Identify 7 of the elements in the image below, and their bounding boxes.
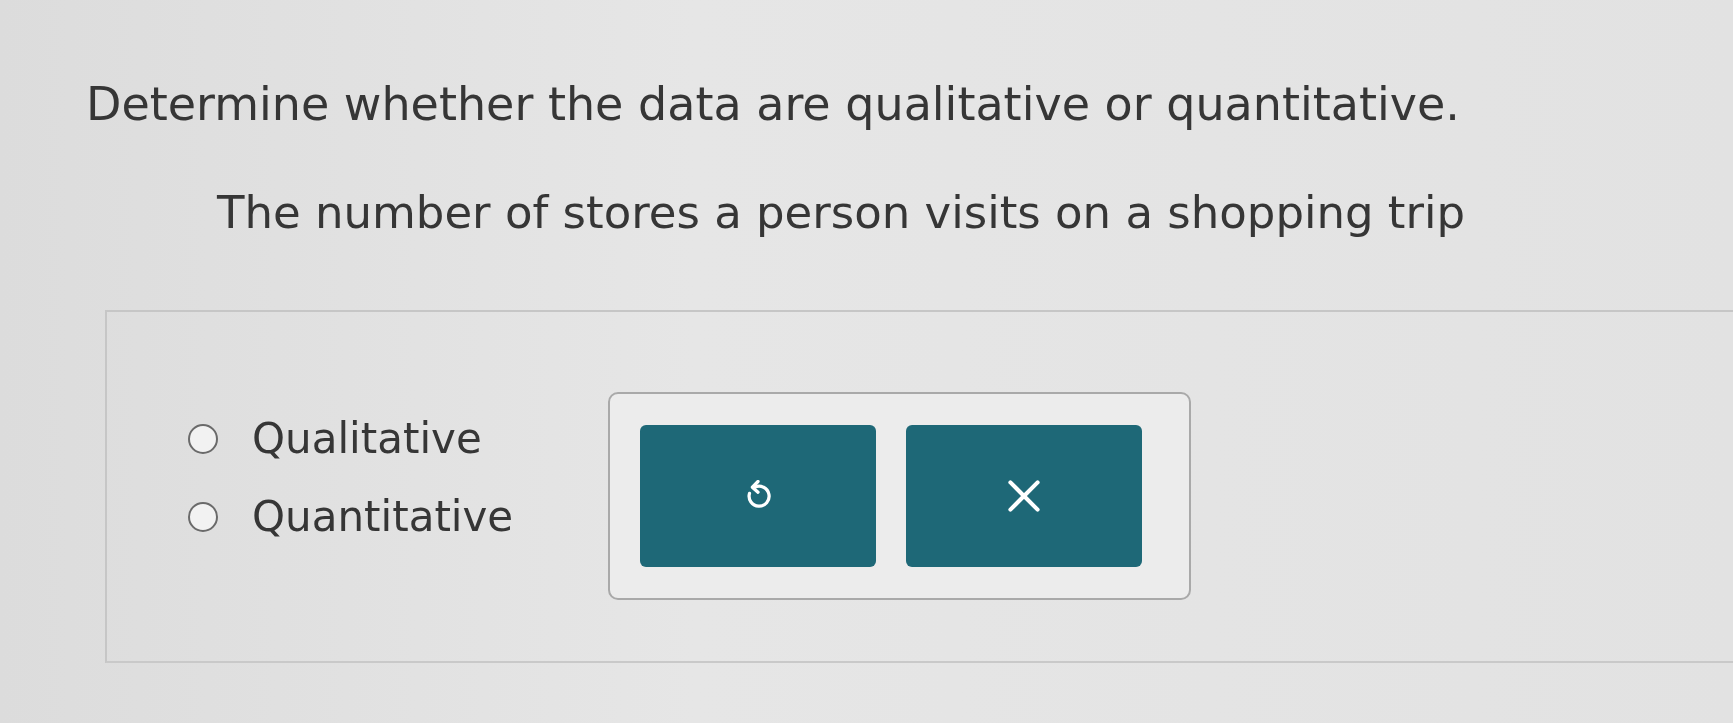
question-instruction: Determine whether the data are qualitative or quantitative.	[86, 76, 1461, 132]
question-prompt: The number of stores a person visits on a shopping trip	[217, 185, 1467, 241]
radio-option[interactable]: Qualitative	[188, 411, 482, 467]
radio-option[interactable]: Quantitative	[188, 489, 514, 545]
close-icon	[1007, 479, 1041, 513]
radio-icon[interactable]	[188, 424, 218, 454]
radio-icon[interactable]	[188, 502, 218, 532]
